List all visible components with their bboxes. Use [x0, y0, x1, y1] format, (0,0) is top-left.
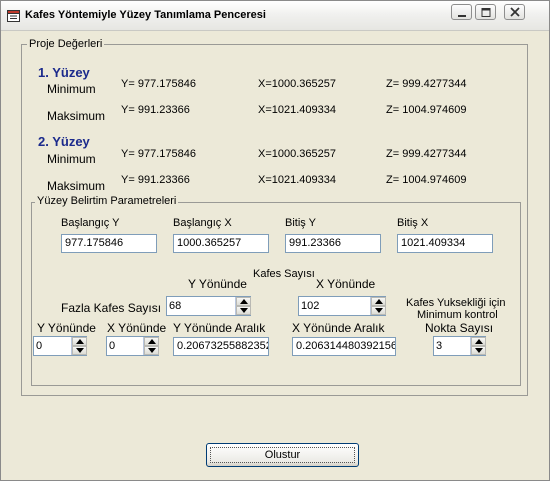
surface-2-min-label: Minimum: [47, 152, 96, 166]
yukseklik-down-button[interactable]: [471, 346, 486, 355]
baslangic-x-label: Başlangıç X: [173, 217, 232, 229]
surface-2-max-y: Y= 991.23366: [121, 174, 190, 186]
kafes-y-spinner[interactable]: 68: [166, 296, 251, 316]
surface-1-min-z: Z= 999.4277344: [386, 78, 467, 90]
title-bar[interactable]: Kafes Yöntemiyle Yüzey Tanımlama Pencere…: [1, 1, 549, 31]
parametreler-label: Yüzey Belirtim Parametreleri: [35, 195, 179, 207]
kafes-sayisi-label: Kafes Sayısı: [253, 268, 315, 280]
surface-2-max-label: Maksimum: [47, 179, 106, 193]
fazla-x-yonunde-label: X Yönünde: [107, 321, 167, 335]
kafes-x-up-button[interactable]: [371, 297, 386, 306]
fazla-x-up-button[interactable]: [144, 337, 159, 346]
arrow-down-icon: [375, 308, 383, 313]
aralik-y-label: Y Yönünde Aralık: [173, 321, 266, 335]
surface-1-max-x: X=1021.409334: [258, 104, 336, 116]
aralik-y-input[interactable]: 0.206732558823529: [173, 337, 269, 356]
surface-2-min-z: Z= 999.4277344: [386, 148, 467, 160]
surface-2-max-x: X=1021.409334: [258, 174, 336, 186]
kafes-x-value: 102: [301, 300, 320, 312]
yukseklik-label-3: Nokta Sayısı: [425, 321, 494, 335]
aralik-x-label: X Yönünde Aralık: [292, 321, 385, 335]
minimize-icon: [458, 15, 466, 17]
baslangic-x-input[interactable]: 1000.365257: [173, 234, 269, 253]
fazla-x-spinner[interactable]: 0: [106, 336, 159, 356]
surface-1-min-x: X=1000.365257: [258, 78, 336, 90]
yukseklik-value: 3: [436, 340, 443, 352]
kafes-y-up-button[interactable]: [236, 297, 251, 306]
surface-1-title: 1. Yüzey: [38, 65, 90, 80]
arrow-up-icon: [148, 339, 156, 344]
kafes-y-down-button[interactable]: [236, 306, 251, 315]
yukseklik-label-2: Minimum kontrol: [417, 309, 498, 321]
arrow-down-icon: [475, 348, 483, 353]
app-icon: [7, 9, 21, 23]
aralik-x-input[interactable]: 0.206314480392156: [292, 337, 396, 356]
bitis-y-label: Bitiş Y: [285, 217, 316, 229]
surface-2-min-x: X=1000.365257: [258, 148, 336, 160]
surface-1-max-label: Maksimum: [47, 109, 106, 123]
maximize-button[interactable]: [475, 4, 496, 20]
surface-2-min-y: Y= 977.175846: [121, 148, 196, 160]
maximize-icon: [481, 8, 491, 17]
surface-2-max-z: Z= 1004.974609: [386, 174, 467, 186]
surface-1-max-y: Y= 991.23366: [121, 104, 190, 116]
minimize-button[interactable]: [451, 4, 472, 20]
arrow-down-icon: [76, 348, 84, 353]
arrow-up-icon: [240, 299, 248, 304]
yukseklik-label-1: Kafes Yuksekliği için: [406, 297, 506, 309]
kafes-x-down-button[interactable]: [371, 306, 386, 315]
fazla-x-value: 0: [109, 340, 116, 352]
baslangic-y-label: Başlangıç Y: [61, 217, 120, 229]
surface-1-max-z: Z= 1004.974609: [386, 104, 467, 116]
kafes-x-yonunde-label: X Yönünde: [316, 277, 376, 291]
surface-2-title: 2. Yüzey: [38, 134, 90, 149]
close-button[interactable]: [504, 4, 525, 20]
fazla-x-down-button[interactable]: [144, 346, 159, 355]
arrow-up-icon: [76, 339, 84, 344]
parametreler-group: [31, 202, 521, 386]
arrow-down-icon: [148, 348, 156, 353]
fazla-kafes-label: Fazla Kafes Sayısı: [61, 301, 162, 315]
kafes-y-yonunde-label: Y Yönünde: [188, 277, 247, 291]
fazla-y-value: 0: [36, 340, 43, 352]
proje-degerleri-label: Proje Değerleri: [27, 38, 105, 50]
bitis-x-input[interactable]: 1021.409334: [397, 234, 493, 253]
window-title: Kafes Yöntemiyle Yüzey Tanımlama Pencere…: [25, 9, 266, 21]
fazla-y-spinner[interactable]: 0: [33, 336, 87, 356]
surface-1-min-y: Y= 977.175846: [121, 78, 196, 90]
yukseklik-spinner[interactable]: 3: [433, 336, 486, 356]
bitis-x-label: Bitiş X: [397, 217, 429, 229]
surface-1-min-label: Minimum: [47, 82, 96, 96]
kafes-x-spinner[interactable]: 102: [298, 296, 386, 316]
close-icon: [510, 7, 520, 17]
kafes-y-value: 68: [169, 300, 182, 312]
main-window: Kafes Yöntemiyle Yüzey Tanımlama Pencere…: [0, 0, 550, 481]
fazla-y-up-button[interactable]: [72, 337, 87, 346]
fazla-y-down-button[interactable]: [72, 346, 87, 355]
olustur-button[interactable]: Olustur: [206, 443, 359, 467]
bitis-y-input[interactable]: 991.23366: [285, 234, 381, 253]
fazla-y-yonunde-label: Y Yönünde: [37, 321, 96, 335]
arrow-up-icon: [375, 299, 383, 304]
arrow-up-icon: [475, 339, 483, 344]
baslangic-y-input[interactable]: 977.175846: [61, 234, 157, 253]
arrow-down-icon: [240, 308, 248, 313]
focus-rect: [210, 447, 355, 463]
yukseklik-up-button[interactable]: [471, 337, 486, 346]
